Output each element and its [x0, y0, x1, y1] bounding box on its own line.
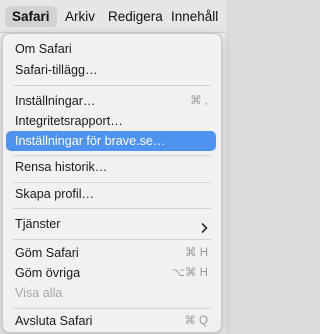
menu-separator	[13, 155, 211, 156]
menu-item-show-all: Visa alla	[6, 283, 216, 303]
menubar-arkiv[interactable]: Arkiv	[65, 6, 95, 27]
menu-separator	[13, 239, 211, 240]
menubar-innehall[interactable]: Innehåll	[171, 6, 218, 27]
menu-item-hide-others[interactable]: Göm övriga ⌥⌘ H	[6, 263, 216, 283]
menu-item-label: Skapa profil…	[15, 187, 95, 201]
menu-separator	[13, 182, 211, 183]
menubar-redigera[interactable]: Redigera	[108, 6, 163, 27]
menu-item-label: Tjänster	[15, 217, 61, 231]
menu-item-services[interactable]: Tjänster	[6, 214, 216, 234]
menu-item-safari-extensions[interactable]: Safari-tillägg…	[6, 60, 216, 80]
menu-item-label: Inställningar för brave.se…	[15, 134, 166, 148]
menu-separator	[13, 308, 211, 309]
menu-item-label: Visa alla	[15, 286, 63, 300]
menu-item-website-settings[interactable]: Inställningar för brave.se…	[6, 131, 216, 151]
menubar-safari[interactable]: Safari	[5, 6, 57, 27]
safari-app-menu: Om Safari Safari-tillägg… Inställningar……	[2, 33, 222, 333]
menu-item-label: Rensa historik…	[15, 160, 108, 174]
menu-item-create-profile[interactable]: Skapa profil…	[6, 184, 216, 204]
menu-item-privacy-report[interactable]: Integritetsrapport…	[6, 111, 216, 131]
menu-item-label: Göm övriga	[15, 266, 81, 280]
menu-item-label: Avsluta Safari	[15, 314, 93, 328]
menu-item-shortcut: ⌘ H	[185, 247, 208, 259]
menu-item-label: Om Safari	[15, 42, 72, 56]
menu-item-shortcut: ⌘ Q	[184, 315, 208, 327]
menu-item-label: Integritetsrapport…	[15, 114, 123, 128]
menu-item-hide-safari[interactable]: Göm Safari ⌘ H	[6, 243, 216, 263]
menu-item-about-safari[interactable]: Om Safari	[6, 39, 216, 59]
menu-item-quit-safari[interactable]: Avsluta Safari ⌘ Q	[6, 311, 216, 331]
menu-separator	[13, 85, 211, 86]
menu-item-label: Safari-tillägg…	[15, 63, 98, 77]
menu-separator	[13, 208, 211, 209]
menu-item-label: Göm Safari	[15, 246, 79, 260]
menu-item-shortcut: ⌘ ,	[190, 95, 208, 107]
menu-bar: Safari Arkiv Redigera Innehåll	[0, 0, 226, 33]
menu-item-shortcut: ⌥⌘ H	[171, 267, 208, 279]
menu-item-clear-history[interactable]: Rensa historik…	[6, 157, 216, 177]
chevron-right-icon	[201, 219, 208, 239]
menu-item-label: Inställningar…	[15, 94, 96, 108]
menu-item-settings[interactable]: Inställningar… ⌘ ,	[6, 91, 216, 111]
